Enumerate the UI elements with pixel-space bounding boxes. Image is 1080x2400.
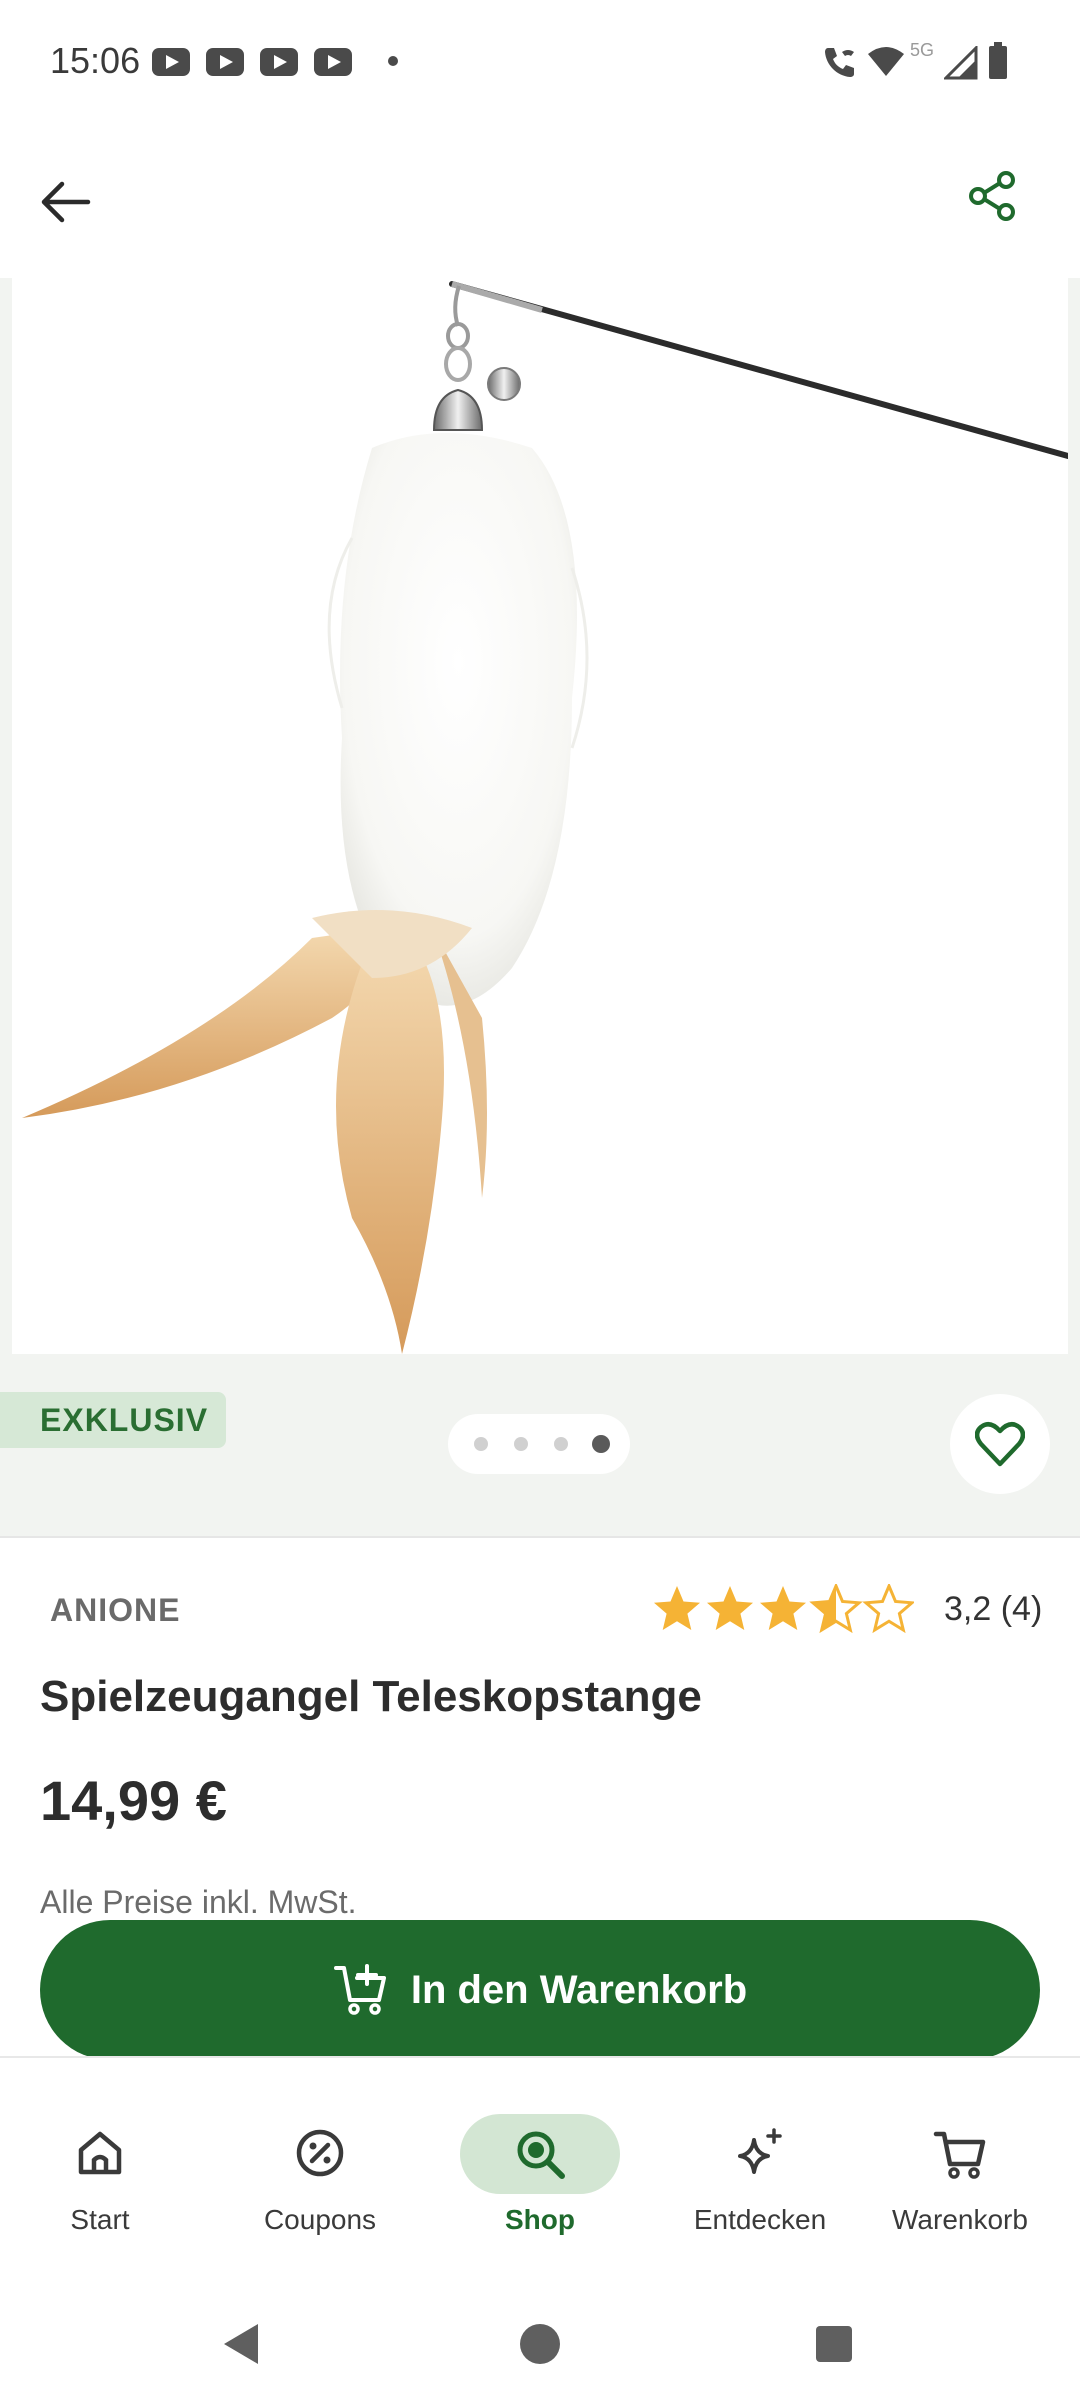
youtube-icon — [314, 48, 352, 76]
system-home-icon[interactable] — [518, 2322, 562, 2366]
pager-dot-active[interactable] — [592, 1435, 610, 1453]
share-icon[interactable] — [964, 168, 1020, 224]
nav-label-entdecken: Entdecken — [693, 2204, 827, 2235]
product-price: 14,99 € — [40, 1769, 227, 1832]
product-photo — [22, 281, 1068, 1354]
system-recents-icon[interactable] — [814, 2324, 854, 2364]
product-image[interactable] — [12, 278, 1068, 1354]
star-empty — [864, 1584, 914, 1632]
status-time: 15:06 — [50, 40, 141, 81]
bottom-navigation: Start Coupons Shop Entdecken Warenkorb — [0, 2058, 1080, 2278]
pager-dot[interactable] — [554, 1437, 568, 1451]
nav-label-coupons: Coupons — [263, 2204, 377, 2235]
pager-dot[interactable] — [514, 1437, 528, 1451]
home-icon — [78, 2131, 122, 2175]
rating-value[interactable]: 3,2 (4) — [944, 1590, 1042, 1629]
nav-label-start: Start — [70, 2204, 130, 2235]
add-to-cart-button[interactable]: In den Warenkorb — [40, 1920, 1040, 2060]
star-rating[interactable] — [652, 1584, 914, 1634]
vat-note: Alle Preise inkl. MwSt. — [40, 1884, 357, 1920]
nav-label-shop: Shop — [505, 2204, 575, 2235]
nav-item-entdecken[interactable]: Entdecken — [660, 2058, 860, 2278]
youtube-icon — [152, 48, 190, 76]
cart-icon — [933, 2131, 986, 2179]
wifi-icon — [868, 47, 904, 76]
star-full — [654, 1586, 700, 1630]
cell-signal-icon — [944, 46, 978, 80]
heart-icon — [975, 1422, 1025, 1467]
nav-label-warenkorb: Warenkorb — [892, 2204, 1028, 2235]
youtube-icon — [206, 48, 244, 76]
system-back-icon[interactable] — [222, 2322, 262, 2366]
wifi-calling-icon — [825, 48, 854, 77]
status-bar: 15:06 5G — [0, 0, 1080, 120]
star-full — [707, 1586, 753, 1630]
nav-item-warenkorb[interactable]: Warenkorb — [860, 2058, 1060, 2278]
pager-dot[interactable] — [474, 1437, 488, 1451]
youtube-icon — [260, 48, 298, 76]
product-gallery[interactable] — [0, 278, 1080, 1536]
star-full — [760, 1586, 806, 1630]
exclusive-badge: EXKLUSIV — [0, 1392, 227, 1448]
system-navigation-bar — [0, 2278, 1080, 2400]
sparkle-icon — [738, 2128, 782, 2174]
star-half — [811, 1584, 861, 1632]
more-notifications-dot — [388, 56, 398, 66]
add-to-cart-label: In den Warenkorb — [410, 1967, 748, 2012]
network-type-label: 5G — [910, 40, 935, 60]
nav-item-coupons[interactable]: Coupons — [220, 2058, 420, 2278]
search-icon — [517, 2131, 565, 2179]
arrow-left-icon[interactable] — [36, 170, 100, 234]
coupon-icon — [296, 2129, 344, 2177]
nav-item-start[interactable]: Start — [0, 2058, 200, 2278]
brand-name[interactable]: ANIONE — [50, 1592, 180, 1629]
app-bar — [0, 120, 1080, 278]
battery-icon — [989, 42, 1007, 79]
favorite-button[interactable] — [950, 1394, 1050, 1494]
product-title: Spielzeugangel Teleskopstange — [40, 1672, 702, 1721]
cart-add-icon — [333, 1964, 386, 2015]
section-divider — [0, 1536, 1080, 1538]
rating-stars — [654, 1584, 914, 1632]
image-pager[interactable] — [448, 1414, 630, 1474]
nav-item-shop[interactable]: Shop — [440, 2058, 640, 2278]
